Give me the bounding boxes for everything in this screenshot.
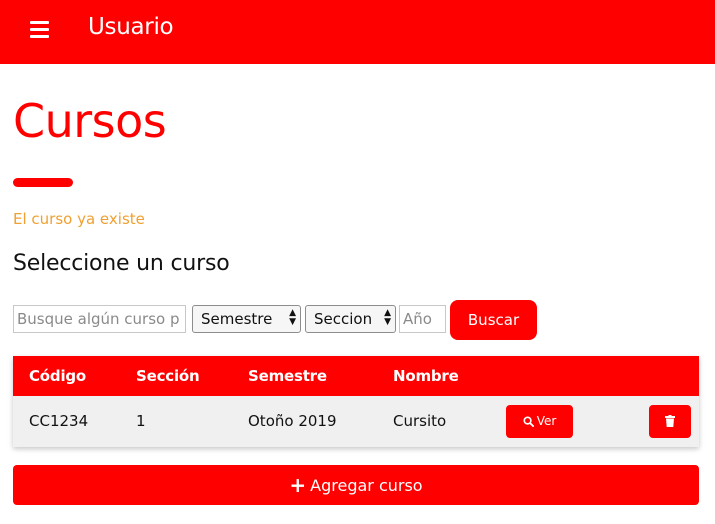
cell-semestre: Otoño 2019 [248,412,337,430]
table-row: CC1234 1 Otoño 2019 Cursito Ver [13,396,699,447]
select-arrows-icon: ▲ ▼ [384,308,391,327]
page-title: Cursos [13,94,167,148]
table-header-row: Código Sección Semestre Nombre [13,356,699,396]
cell-seccion: 1 [136,412,146,430]
title-underline [13,178,73,187]
column-header-codigo: Código [29,367,87,385]
hamburger-menu-icon[interactable] [30,21,50,38]
delete-course-button[interactable] [649,405,691,438]
seccion-select-label: Seccion [314,310,373,328]
semestre-select[interactable]: Semestre ▲ ▼ [192,305,301,333]
top-app-bar: Usuario [0,0,715,64]
add-course-button[interactable]: + Agregar curso [13,465,699,505]
app-title: Usuario [88,14,174,40]
add-course-label: Agregar curso [310,476,423,495]
cell-codigo: CC1234 [29,412,89,430]
column-header-seccion: Sección [136,367,200,385]
semestre-select-label: Semestre [201,310,273,328]
course-exists-alert: El curso ya existe [13,210,145,228]
column-header-nombre: Nombre [393,367,459,385]
section-title: Seleccione un curso [13,251,230,276]
column-header-semestre: Semestre [248,367,327,385]
search-button[interactable]: Buscar [450,300,537,340]
trash-icon [665,415,675,427]
select-arrows-icon: ▲ ▼ [289,308,296,327]
cell-nombre: Cursito [393,412,447,430]
year-input[interactable] [399,305,446,333]
courses-table: Código Sección Semestre Nombre CC1234 1 … [13,356,699,447]
view-course-button[interactable]: Ver [506,405,573,438]
seccion-select[interactable]: Seccion ▲ ▼ [305,305,396,333]
view-button-label: Ver [536,414,557,428]
search-icon [523,416,534,427]
course-search-input[interactable] [13,305,186,333]
plus-icon: + [289,473,307,497]
